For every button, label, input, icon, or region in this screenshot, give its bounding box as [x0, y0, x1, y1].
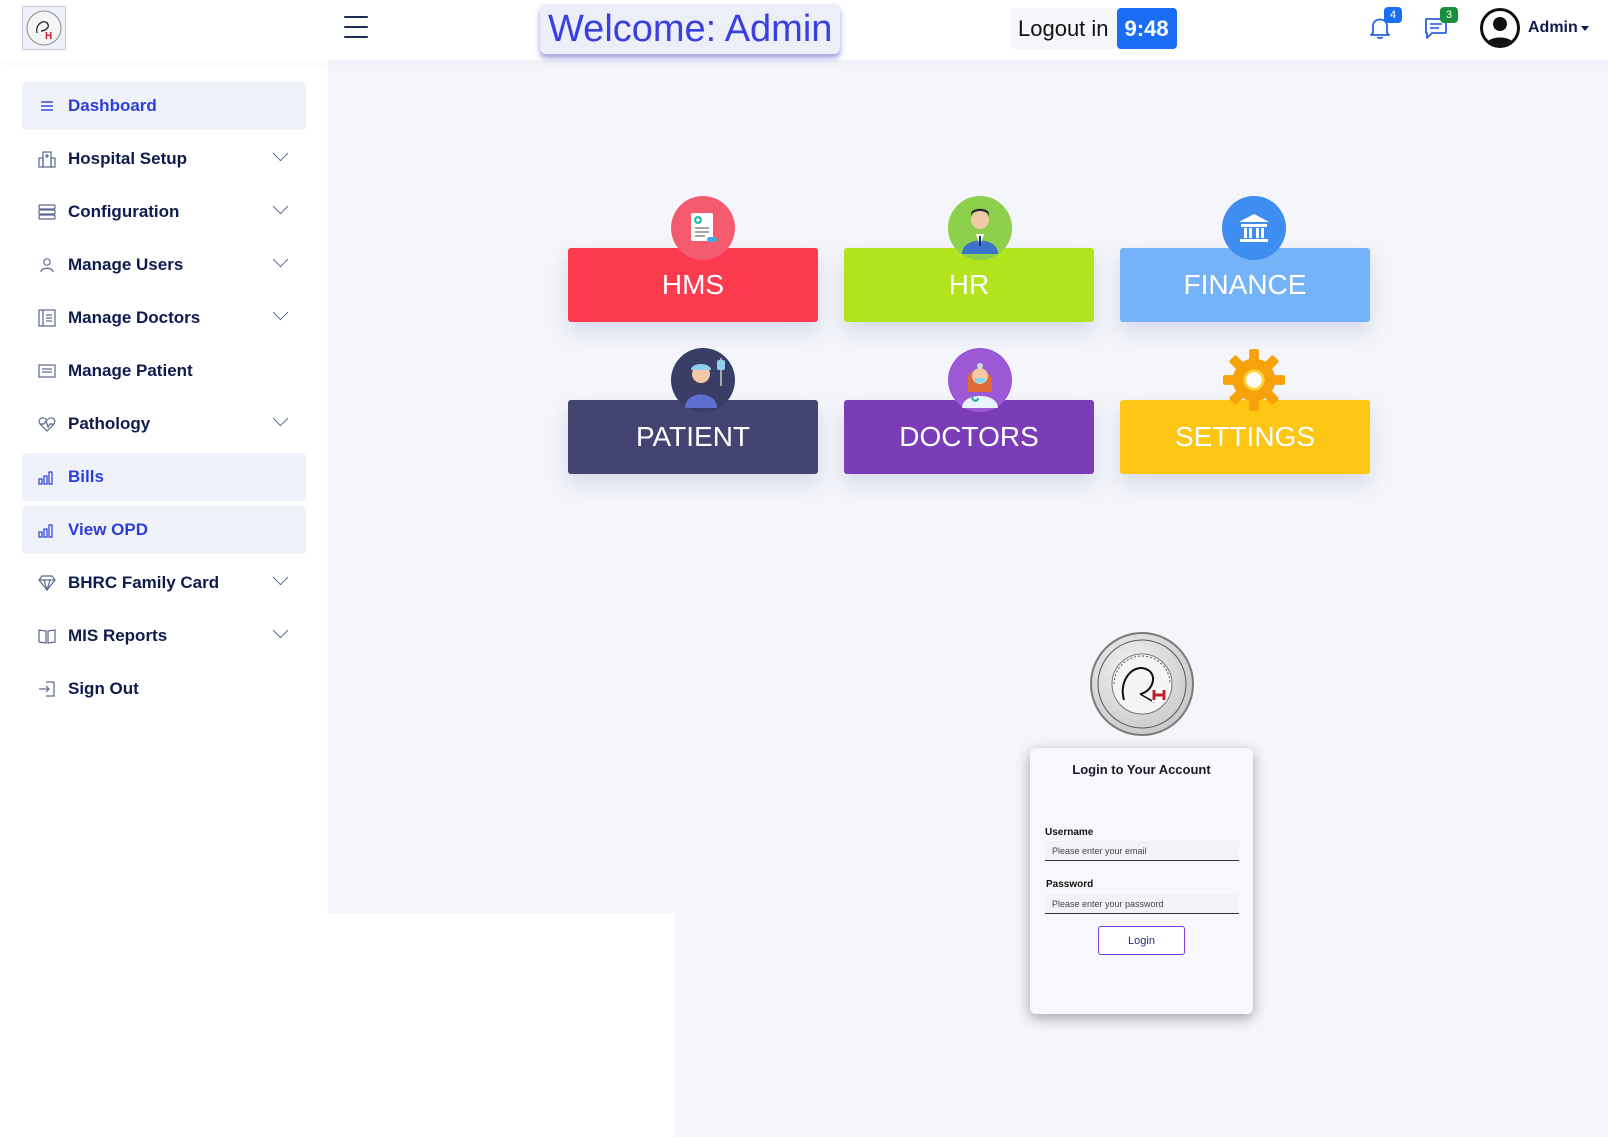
sidebar-item-bhrc-family-card[interactable]: BHRC Family Card [22, 559, 306, 607]
bar-chart-icon [38, 468, 56, 486]
logout-label: Logout in [1018, 15, 1109, 41]
sidebar-item-configuration[interactable]: Configuration [22, 188, 306, 236]
heartbeat-icon [38, 415, 56, 433]
sidebar-item-label: MIS Reports [68, 626, 168, 645]
finance-tile-label: FINANCE [1183, 269, 1307, 300]
hms-tile[interactable]: HMS [568, 248, 818, 322]
chevron-down-icon [272, 145, 289, 162]
book-icon [38, 627, 56, 645]
sidebar-item-sign-out[interactable]: Sign Out [22, 665, 306, 713]
sidebar-menu: Dashboard Hospital Setup Configuration M… [22, 82, 306, 718]
main-content [328, 60, 1608, 613]
messages-icon[interactable]: 3 [1422, 7, 1458, 42]
sidebar-item-pathology[interactable]: Pathology [22, 400, 306, 448]
login-card: Login to Your Account Username Password … [1030, 748, 1253, 1014]
chevron-down-icon [272, 198, 289, 215]
finance-tile[interactable]: FINANCE [1120, 248, 1370, 322]
login-title: Login to Your Account [1072, 762, 1211, 777]
sidebar-item-manage-patient[interactable]: Manage Patient [22, 347, 306, 395]
logout-countdown: 9:48 [1116, 8, 1177, 49]
hr-tile-label: HR [948, 269, 990, 300]
sidebar-item-label: Sign Out [68, 679, 139, 698]
svg-text:H: H [45, 31, 52, 42]
sidebar-item-label: Bills [68, 467, 104, 486]
user-icon [38, 256, 56, 274]
sidebar-item-label: Hospital Setup [68, 149, 188, 168]
sidebar-item-hospital-setup[interactable]: Hospital Setup [22, 135, 306, 183]
chevron-down-icon [272, 410, 289, 427]
document-icon [38, 309, 56, 327]
sidebar-item-label: View OPD [68, 520, 148, 539]
user-name: Admin [1528, 19, 1578, 36]
password-input[interactable] [1045, 894, 1239, 914]
sidebar-item-label: Manage Users [68, 255, 184, 274]
hms-tile-label: HMS [661, 269, 725, 300]
patient-tile[interactable]: PATIENT [568, 400, 818, 474]
doctors-tile[interactable]: DOCTORS [844, 400, 1094, 474]
notification-bell-icon[interactable]: 4 [1366, 7, 1402, 42]
sidebar-item-label: Manage Patient [68, 361, 193, 380]
patient-tile-label: PATIENT [635, 421, 751, 452]
login-button[interactable]: Login [1098, 926, 1185, 955]
sidebar-item-manage-users[interactable]: Manage Users [22, 241, 306, 289]
patient-icon [671, 348, 735, 412]
diamond-icon [38, 574, 56, 592]
businessman-icon [948, 196, 1012, 260]
messages-count-badge: 3 [1440, 7, 1458, 23]
user-profile-menu[interactable]: Admin [1480, 8, 1589, 48]
main-content-lower-left [328, 613, 675, 913]
top-header: H Welcome: Admin Logout in 9:48 4 3 Admi… [0, 0, 1608, 60]
server-icon [38, 203, 56, 221]
hr-tile[interactable]: HR [844, 248, 1094, 322]
username-input[interactable] [1045, 841, 1239, 861]
bank-icon [1222, 196, 1286, 260]
sidebar-item-mis-reports[interactable]: MIS Reports [22, 612, 306, 660]
settings-tile-label: SETTINGS [1174, 421, 1315, 452]
chevron-down-icon [272, 569, 289, 586]
doctors-tile-label: DOCTORS [899, 421, 1039, 452]
building-icon [38, 150, 56, 168]
sign-out-icon [38, 680, 56, 698]
sidebar-item-label: Manage Doctors [68, 308, 201, 327]
chevron-down-icon [272, 622, 289, 639]
sidebar-item-manage-doctors[interactable]: Manage Doctors [22, 294, 306, 342]
card-icon [38, 362, 56, 380]
sidebar-item-view-opd[interactable]: View OPD [22, 506, 306, 554]
chevron-down-icon [272, 304, 289, 321]
chevron-down-icon [1580, 25, 1589, 31]
avatar [1480, 8, 1520, 48]
sidebar-item-bills[interactable]: Bills [22, 453, 306, 501]
hospital-logo[interactable]: H [22, 6, 66, 50]
notification-count-badge: 4 [1384, 7, 1402, 23]
sidebar-item-label: Dashboard [68, 96, 157, 115]
gear-icon [1222, 348, 1286, 412]
sidebar: Dashboard Hospital Setup Configuration M… [0, 60, 328, 1137]
medical-report-icon [671, 196, 735, 260]
sidebar-item-dashboard[interactable]: Dashboard [22, 82, 306, 130]
doctor-icon [948, 348, 1012, 412]
list-icon [38, 97, 56, 115]
password-label: Password [1046, 879, 1094, 890]
hamburger-menu-icon[interactable] [344, 16, 368, 38]
bar-chart-icon [38, 521, 56, 539]
sidebar-item-label: BHRC Family Card [68, 573, 220, 592]
username-label: Username [1045, 827, 1094, 838]
welcome-banner: Welcome: Admin [540, 4, 841, 54]
sidebar-item-label: Pathology [68, 414, 151, 433]
sidebar-item-label: Configuration [68, 202, 180, 221]
chevron-down-icon [272, 251, 289, 268]
logout-timer: Logout in 9:48 [1010, 8, 1177, 49]
hospital-brand-logo [1090, 632, 1194, 736]
